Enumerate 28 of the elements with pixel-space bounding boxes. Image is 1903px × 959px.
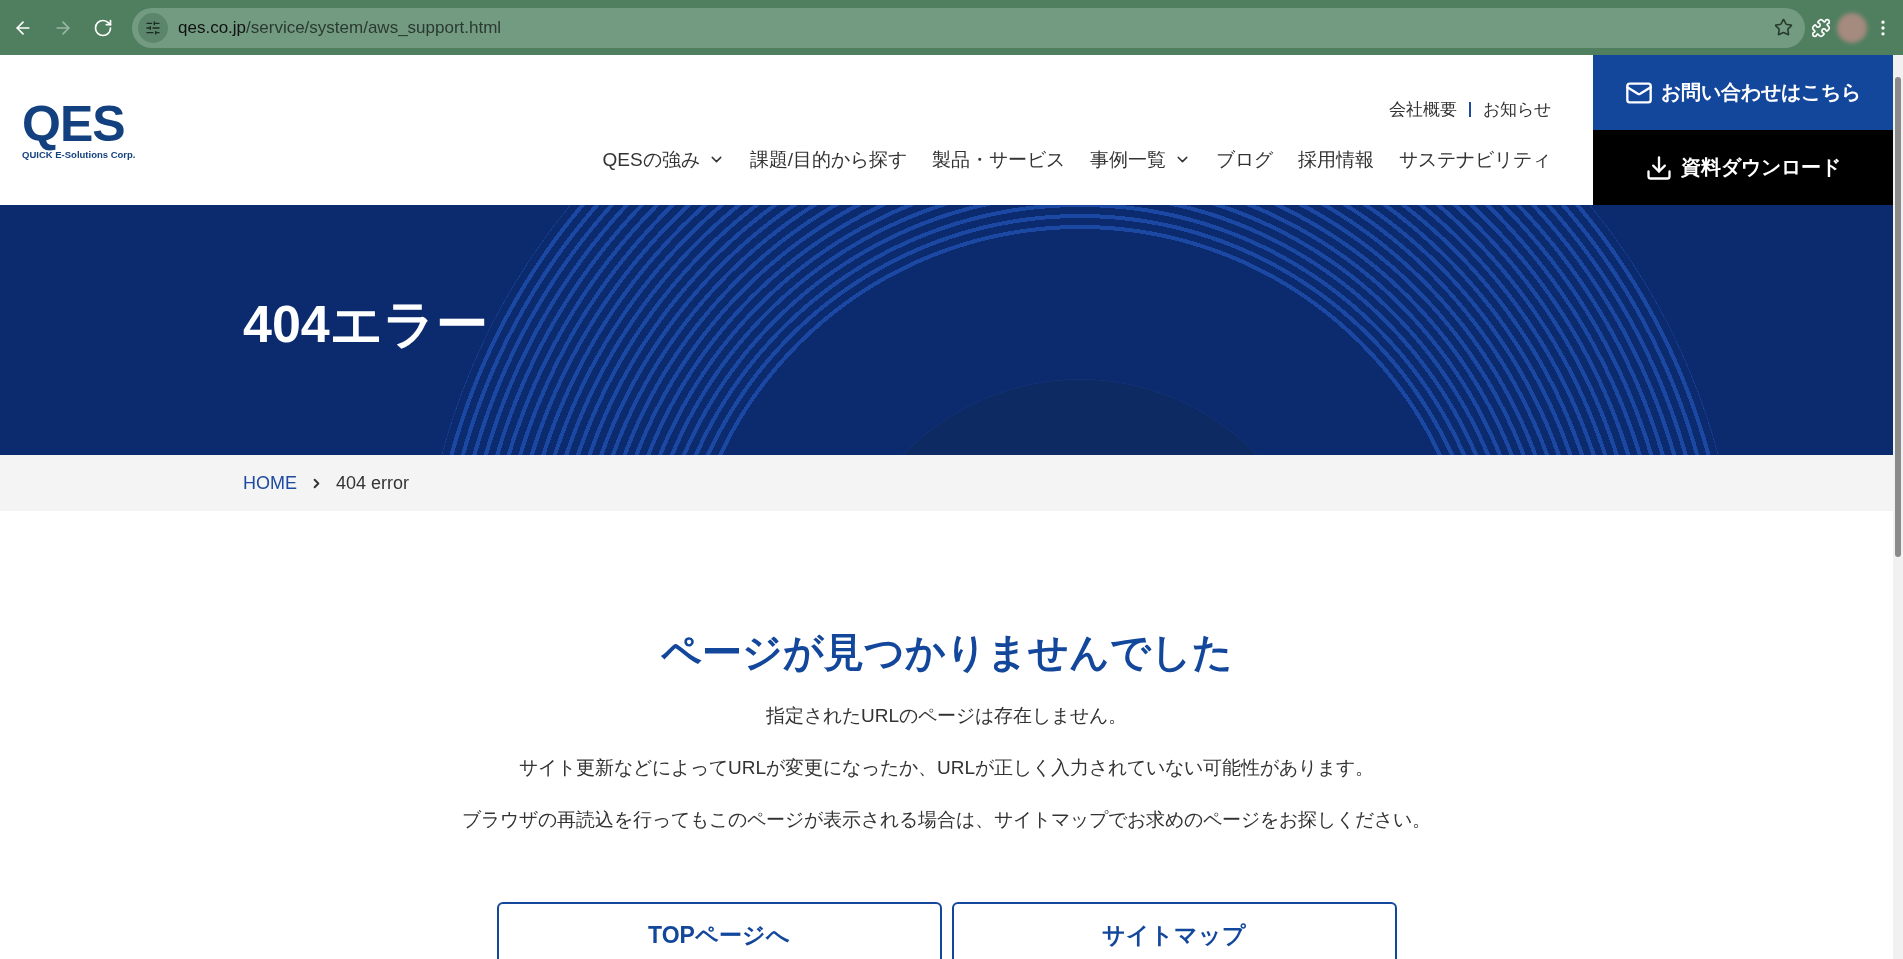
bookmark-star-icon[interactable] bbox=[1774, 18, 1793, 37]
error-heading: ページが見つかりませんでした bbox=[660, 629, 1233, 676]
page-title: 404エラー bbox=[243, 294, 488, 355]
download-button[interactable]: 資料ダウンロード bbox=[1593, 130, 1893, 205]
link-button[interactable]: サイトマップ bbox=[951, 902, 1397, 959]
contact-button[interactable]: お問い合わせはこちら bbox=[1593, 55, 1893, 130]
breadcrumb-current: 404 error bbox=[336, 472, 410, 494]
breadcrumb-link[interactable]: HOME bbox=[243, 472, 297, 494]
utility-link[interactable]: お知らせ bbox=[1483, 97, 1551, 121]
nav-link[interactable]: ブログ bbox=[1216, 146, 1273, 173]
url-text: qes.co.jp/service/system/aws_support.html bbox=[178, 17, 502, 38]
nav-link[interactable]: 事例一覧 bbox=[1090, 146, 1191, 173]
utility-link[interactable]: 会社概要 bbox=[1389, 97, 1457, 121]
message-text: 指定されたURLのページは存在しません。 bbox=[766, 704, 1127, 727]
nav-link[interactable]: サステナビリティ bbox=[1399, 146, 1551, 173]
nav-link[interactable]: 採用情報 bbox=[1298, 146, 1374, 173]
nav-link[interactable]: QESの強み bbox=[602, 146, 725, 173]
logo[interactable]: QES QUICK E-Solutions Corp. bbox=[22, 99, 136, 161]
reload-icon[interactable] bbox=[93, 17, 113, 38]
nav-link[interactable]: 課題/目的から探す bbox=[749, 146, 907, 173]
site-settings-icon[interactable] bbox=[138, 12, 168, 43]
message-text: サイト更新などによってURLが変更になったか、URLが正しく入力されていない可能性があります。 bbox=[519, 756, 1374, 779]
puzzle-icon[interactable] bbox=[1811, 17, 1831, 38]
message-text: ブラウザの再読込を行ってもこのページが表示される場合は、サイトマップでお求めのページをお探しください。 bbox=[462, 808, 1431, 831]
nav-link[interactable]: 製品・サービス bbox=[932, 146, 1065, 173]
link-button[interactable]: TOPページへ bbox=[496, 902, 942, 959]
download-icon bbox=[1645, 153, 1673, 182]
address-bar[interactable]: qes.co.jp/service/system/aws_support.html bbox=[132, 7, 1805, 48]
